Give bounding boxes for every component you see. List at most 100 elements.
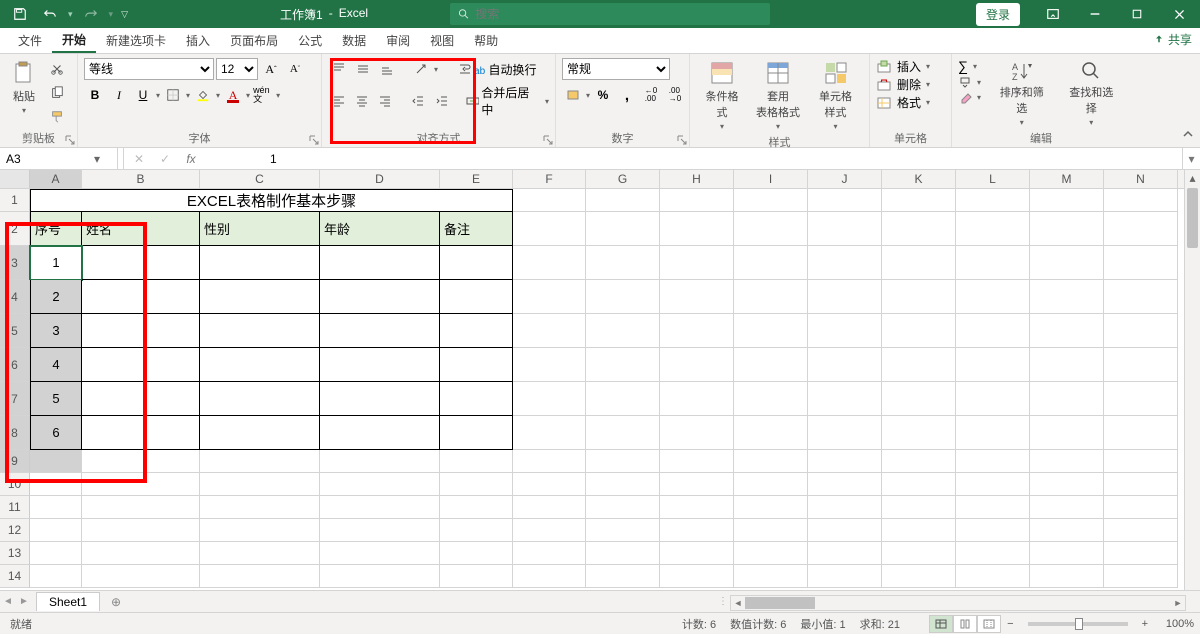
cell[interactable]: [200, 565, 320, 588]
cell[interactable]: [882, 473, 956, 496]
cell[interactable]: [956, 496, 1030, 519]
tab-data[interactable]: 数据: [332, 28, 376, 53]
cell[interactable]: [200, 450, 320, 473]
cell[interactable]: [956, 212, 1030, 246]
cell[interactable]: [882, 519, 956, 542]
cell[interactable]: [586, 565, 660, 588]
row-header[interactable]: 11: [0, 496, 30, 519]
row-header[interactable]: 4: [0, 280, 30, 314]
cell[interactable]: [734, 348, 808, 382]
cell[interactable]: [586, 189, 660, 212]
cell[interactable]: [513, 212, 586, 246]
tab-formulas[interactable]: 公式: [288, 28, 332, 53]
fill-button[interactable]: ▾: [958, 75, 981, 89]
cell[interactable]: [734, 450, 808, 473]
cell[interactable]: [30, 450, 82, 473]
tab-page-layout[interactable]: 页面布局: [220, 28, 288, 53]
cell[interactable]: [1104, 450, 1178, 473]
decrease-decimal-icon[interactable]: .00→0: [664, 84, 686, 106]
cell[interactable]: 4: [30, 348, 82, 382]
redo-icon[interactable]: [79, 2, 103, 26]
cell[interactable]: [513, 314, 586, 348]
cell[interactable]: [513, 473, 586, 496]
cell[interactable]: [440, 542, 513, 565]
zoom-out-icon[interactable]: −: [1007, 618, 1013, 630]
cell[interactable]: [1030, 496, 1104, 519]
cell[interactable]: [82, 565, 200, 588]
cell[interactable]: [82, 496, 200, 519]
row-header[interactable]: 5: [0, 314, 30, 348]
conditional-format-button[interactable]: 条件格式▾: [696, 58, 748, 133]
cell[interactable]: [320, 496, 440, 519]
cell[interactable]: [82, 519, 200, 542]
cell[interactable]: [956, 314, 1030, 348]
cell[interactable]: [882, 382, 956, 416]
cell[interactable]: [1030, 565, 1104, 588]
clear-button[interactable]: ▾: [958, 90, 981, 104]
cell[interactable]: [660, 473, 734, 496]
row-header[interactable]: 14: [0, 565, 30, 588]
cell[interactable]: [1030, 246, 1104, 280]
column-header[interactable]: H: [660, 170, 734, 189]
cell[interactable]: 6: [30, 416, 82, 450]
cell[interactable]: [320, 246, 440, 280]
wrap-text-button[interactable]: ab 自动换行: [458, 61, 536, 78]
scroll-thumb-v[interactable]: [1187, 188, 1198, 248]
name-box[interactable]: ▾: [0, 148, 118, 169]
cell[interactable]: [82, 314, 200, 348]
tab-new-tab[interactable]: 新建选项卡: [96, 28, 176, 53]
cell[interactable]: [1104, 212, 1178, 246]
cell[interactable]: [882, 542, 956, 565]
cell[interactable]: [513, 416, 586, 450]
column-header[interactable]: B: [82, 170, 200, 189]
normal-view-icon[interactable]: [929, 615, 953, 633]
search-box[interactable]: [450, 3, 770, 25]
cell[interactable]: [513, 382, 586, 416]
cell[interactable]: [882, 314, 956, 348]
cell[interactable]: [882, 189, 956, 212]
cell[interactable]: [586, 382, 660, 416]
cancel-icon[interactable]: ✕: [128, 152, 150, 166]
column-header[interactable]: C: [200, 170, 320, 189]
name-box-input[interactable]: [0, 152, 90, 166]
cell[interactable]: [1104, 473, 1178, 496]
cell[interactable]: [586, 280, 660, 314]
cell[interactable]: [30, 496, 82, 519]
cell[interactable]: [200, 416, 320, 450]
row-header[interactable]: 7: [0, 382, 30, 416]
paste-button[interactable]: 粘贴 ▾: [6, 58, 42, 117]
increase-indent-icon[interactable]: [431, 90, 452, 112]
font-select[interactable]: 等线: [84, 58, 214, 80]
cell[interactable]: [440, 496, 513, 519]
cell[interactable]: [660, 416, 734, 450]
row-header[interactable]: 3: [0, 246, 30, 280]
cell[interactable]: [30, 565, 82, 588]
cell[interactable]: 年龄: [320, 212, 440, 246]
zoom-in-icon[interactable]: +: [1142, 618, 1148, 630]
cell[interactable]: [1104, 416, 1178, 450]
cell[interactable]: [882, 450, 956, 473]
scroll-left-icon[interactable]: ◄: [731, 598, 745, 608]
fill-color-icon[interactable]: [192, 84, 214, 106]
row-header[interactable]: 8: [0, 416, 30, 450]
row-header[interactable]: 2: [0, 212, 30, 246]
cell[interactable]: 姓名: [82, 212, 200, 246]
font-color-icon[interactable]: A: [222, 84, 244, 106]
align-center-icon[interactable]: [351, 90, 372, 112]
cell[interactable]: [30, 473, 82, 496]
cell[interactable]: [586, 348, 660, 382]
ribbon-display-icon[interactable]: [1032, 0, 1074, 28]
save-icon[interactable]: [8, 2, 32, 26]
cell[interactable]: [1030, 348, 1104, 382]
cell[interactable]: [1030, 519, 1104, 542]
scroll-right-icon[interactable]: ►: [1171, 598, 1185, 608]
cell[interactable]: [734, 519, 808, 542]
cell[interactable]: [956, 450, 1030, 473]
cell[interactable]: [200, 314, 320, 348]
cell[interactable]: [440, 314, 513, 348]
login-button[interactable]: 登录: [976, 3, 1020, 26]
cell[interactable]: [956, 189, 1030, 212]
minimize-icon[interactable]: [1074, 0, 1116, 28]
cell[interactable]: [660, 189, 734, 212]
undo-dropdown-icon[interactable]: ▾: [68, 9, 73, 20]
